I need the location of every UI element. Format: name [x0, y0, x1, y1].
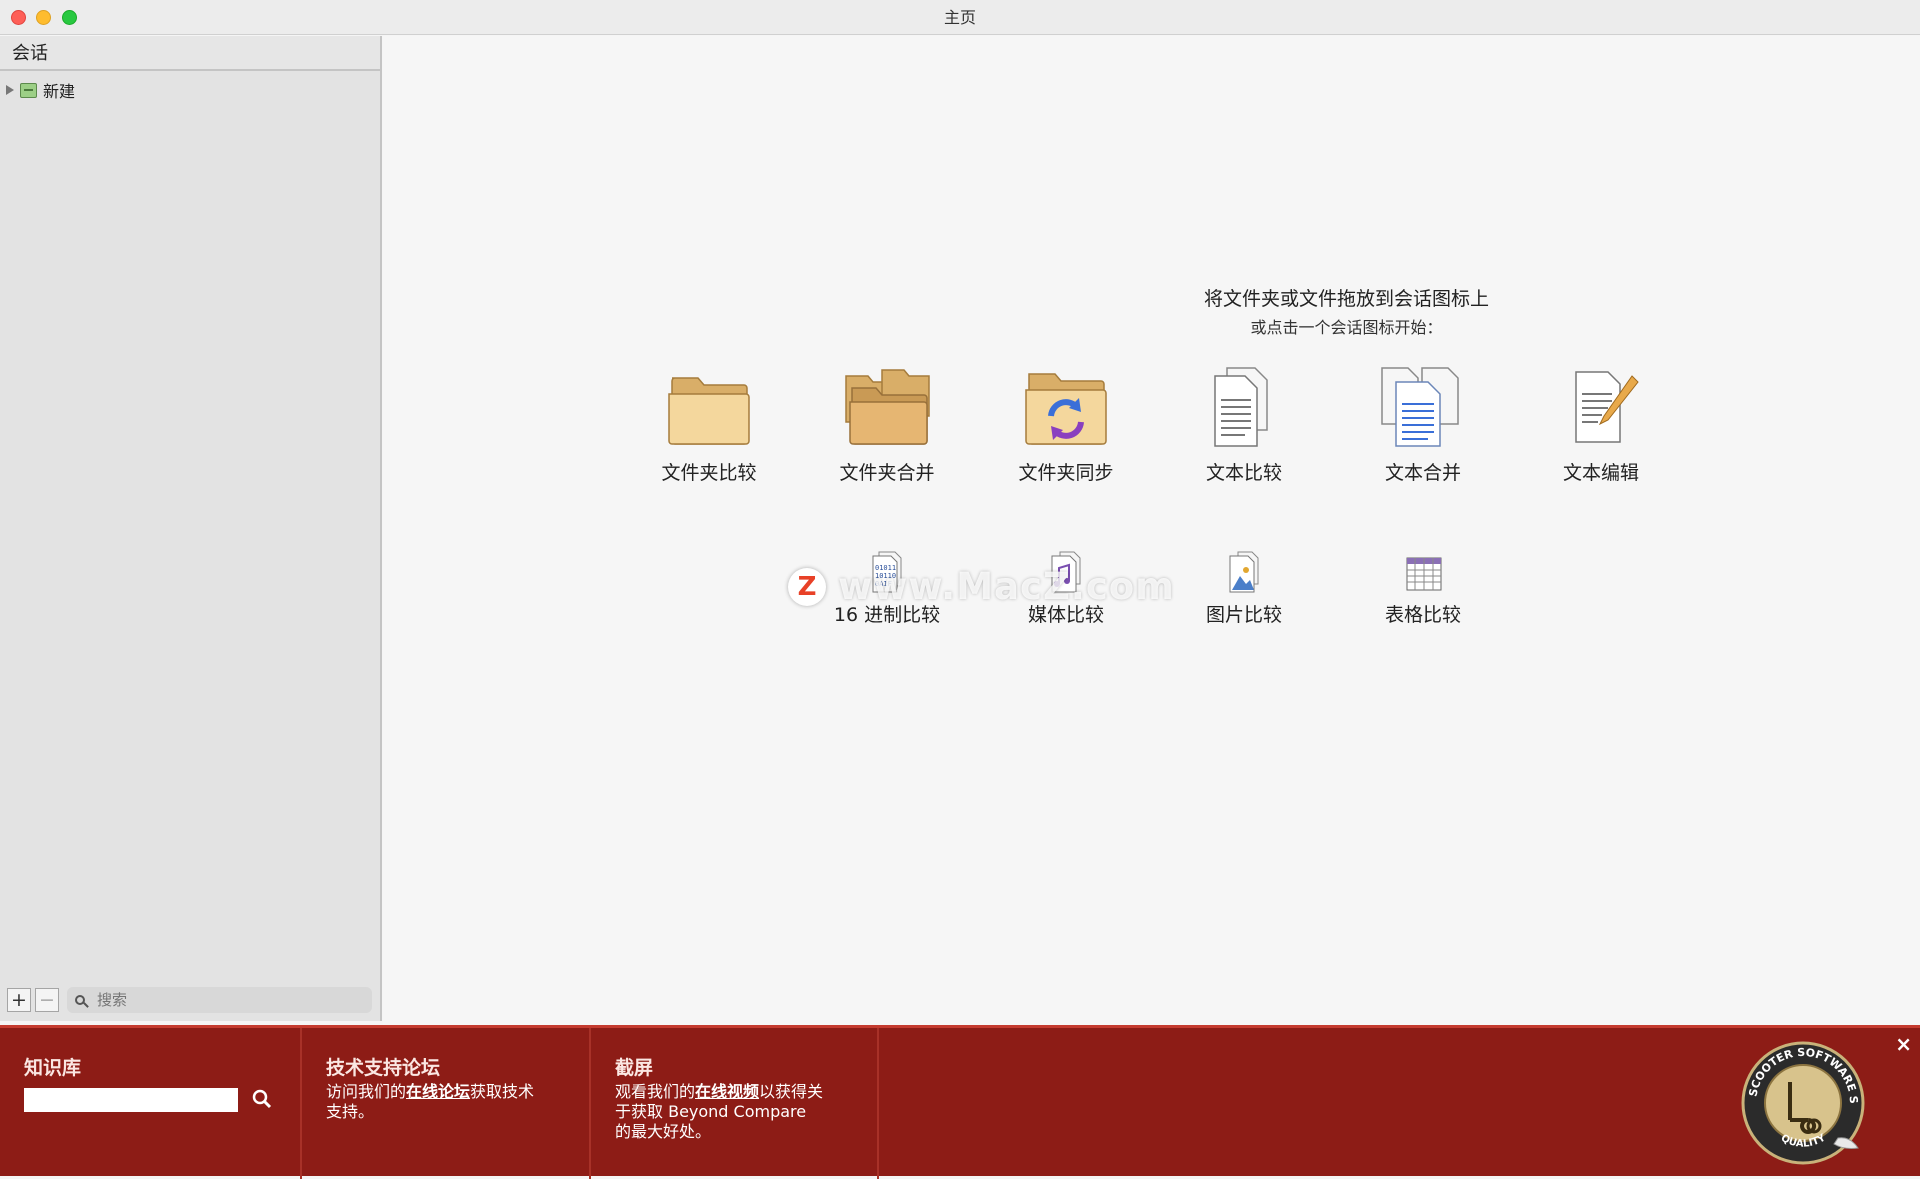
- instruction-line-1: 将文件夹或文件拖放到会话图标上: [1203, 288, 1489, 310]
- knowledge-base-section: 知识库: [0, 1028, 302, 1179]
- window-title: 主页: [943, 8, 976, 27]
- text-edit-session[interactable]: 文本编辑: [1526, 366, 1676, 485]
- folder-sync-session[interactable]: 文件夹同步: [991, 366, 1141, 485]
- folder-compare-icon: [668, 377, 750, 445]
- online-forum-link[interactable]: 在线论坛: [406, 1082, 470, 1101]
- instruction-line-2: 或点击一个会话图标开始：: [1250, 318, 1443, 337]
- watermark-text: www.MacZ.com: [838, 565, 1175, 608]
- screenshots-text-after: 以获得关: [759, 1082, 824, 1101]
- screenshots-text: 观看我们的在线视频以获得关 于获取 Beyond Compare 的最大好处。: [615, 1082, 823, 1142]
- folder-merge-session[interactable]: 文件夹合并: [812, 366, 962, 485]
- screenshots-title: 截屏: [615, 1057, 654, 1079]
- screenshots-section: 截屏 观看我们的在线视频以获得关 于获取 Beyond Compare 的最大好…: [591, 1028, 879, 1179]
- search-icon[interactable]: [251, 1088, 273, 1110]
- text-compare-session[interactable]: 文本比较: [1169, 366, 1319, 485]
- folder-sync-icon: [1025, 373, 1107, 445]
- picture-compare-icon: [1229, 551, 1259, 593]
- sidebar-footer: + −: [0, 979, 380, 1021]
- forum-text: 访问我们的在线论坛获取技术 支持。: [326, 1082, 534, 1122]
- sidebar-header: 会话: [0, 36, 380, 71]
- tile-label: 文件夹合并: [839, 462, 935, 484]
- knowledge-base-title: 知识库: [24, 1057, 82, 1079]
- close-panel-button[interactable]: ×: [1895, 1032, 1912, 1056]
- picture-compare-session[interactable]: 图片比较: [1169, 550, 1319, 627]
- tile-label: 文本合并: [1384, 462, 1461, 484]
- tree-item-label: 新建: [43, 82, 76, 101]
- screenshots-text-line3: 的最大好处。: [615, 1122, 712, 1141]
- sessions-sidebar: 会话 新建 + −: [0, 36, 382, 1021]
- folder-merge-icon: [845, 369, 930, 445]
- text-edit-icon: [1575, 371, 1639, 443]
- forum-section: 技术支持论坛 访问我们的在线论坛获取技术 支持。: [302, 1028, 591, 1179]
- folder-compare-session[interactable]: 文件夹比较: [634, 366, 784, 485]
- title-bar: 主页: [0, 0, 1920, 35]
- tile-label: 文件夹同步: [1018, 462, 1114, 484]
- text-merge-session[interactable]: 文本合并: [1348, 366, 1498, 485]
- table-compare-session[interactable]: 表格比较: [1348, 550, 1498, 627]
- session-search-box[interactable]: [67, 987, 372, 1013]
- search-icon: [75, 995, 85, 1005]
- knowledge-base-search-input[interactable]: [24, 1088, 238, 1112]
- tile-label: 文本编辑: [1562, 462, 1639, 484]
- forum-title: 技术支持论坛: [326, 1057, 441, 1079]
- tree-item-new[interactable]: 新建: [0, 75, 380, 105]
- text-compare-icon: [1214, 367, 1268, 447]
- disclosure-triangle-icon[interactable]: [6, 85, 14, 95]
- watermark-logo: Z: [788, 568, 826, 606]
- table-compare-icon: [1406, 557, 1442, 591]
- forum-text-line2: 支持。: [326, 1102, 375, 1121]
- screenshots-text-line2: 于获取 Beyond Compare: [615, 1102, 807, 1121]
- text-merge-icon: [1381, 367, 1459, 447]
- screenshots-text-before: 观看我们的: [615, 1082, 696, 1101]
- forum-text-before: 访问我们的: [326, 1082, 407, 1101]
- help-panel: 知识库 技术支持论坛 访问我们的在线论坛获取技术 支持。 截屏 观看我们的在线视…: [0, 1025, 1920, 1179]
- tile-label: 图片比较: [1205, 604, 1282, 626]
- tile-label: 表格比较: [1384, 604, 1461, 626]
- home-main-area: 将文件夹或文件拖放到会话图标上 或点击一个会话图标开始： 文件夹比较 文件夹合并…: [383, 36, 1920, 1025]
- add-session-button[interactable]: +: [7, 988, 31, 1012]
- session-folder-icon: [20, 82, 37, 98]
- quality-seal-icon: SCOOTER SOFTWARE SEAL QUALITY: [1738, 1038, 1865, 1165]
- tile-label: 文本比较: [1205, 462, 1282, 484]
- forum-text-after: 获取技术: [470, 1082, 535, 1101]
- online-video-link[interactable]: 在线视频: [695, 1082, 759, 1101]
- tile-label: 文件夹比较: [661, 462, 757, 484]
- session-search-input[interactable]: [95, 990, 359, 1010]
- remove-session-button[interactable]: −: [35, 988, 59, 1012]
